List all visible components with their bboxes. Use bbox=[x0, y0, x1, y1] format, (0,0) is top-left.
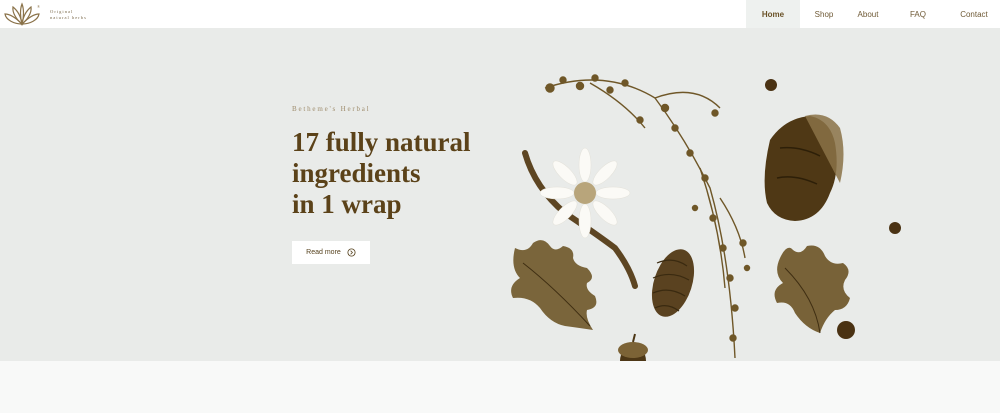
read-more-label: Read more bbox=[306, 249, 341, 256]
fan-leaf-logo-icon: ® bbox=[4, 2, 40, 26]
headline-line-2: ingredients bbox=[292, 158, 421, 188]
headline-line-1: 17 fully natural bbox=[292, 127, 471, 157]
nav-item-contact[interactable]: Contact bbox=[948, 0, 1000, 28]
main-nav: Home Shop About FAQ Contact bbox=[746, 0, 1000, 28]
oak-leaf-left-icon bbox=[511, 240, 597, 330]
berry-icon bbox=[889, 222, 901, 234]
headline-line-3: in 1 wrap bbox=[292, 189, 402, 219]
nav-item-about[interactable]: About bbox=[848, 0, 888, 28]
hero-eyebrow: Betheme's Herbal bbox=[292, 105, 371, 113]
read-more-button[interactable]: Read more bbox=[292, 241, 370, 264]
brand-tagline: Original natural herbs bbox=[50, 9, 87, 21]
brand-line-2: natural herbs bbox=[50, 15, 87, 20]
nav-item-shop[interactable]: Shop bbox=[800, 0, 848, 28]
berry-icon bbox=[837, 321, 855, 339]
daisy-icon bbox=[539, 147, 631, 239]
hero-section: Betheme's Herbal 17 fully natural ingred… bbox=[0, 28, 1000, 361]
site-header: ® Original natural herbs Home Shop About… bbox=[0, 0, 1000, 28]
bark-icon bbox=[764, 114, 844, 221]
circled-arrow-icon bbox=[347, 248, 356, 257]
nav-item-home[interactable]: Home bbox=[746, 0, 800, 28]
pine-cone-icon bbox=[651, 249, 695, 317]
below-hero-section bbox=[0, 361, 1000, 413]
nav-item-faq[interactable]: FAQ bbox=[888, 0, 948, 28]
acorn-icon bbox=[618, 333, 648, 361]
herbs-illustration bbox=[511, 74, 901, 361]
brand[interactable]: ® Original natural herbs bbox=[0, 0, 87, 28]
oak-leaf-right-icon bbox=[774, 245, 850, 333]
svg-text:®: ® bbox=[37, 4, 40, 9]
berry-icon bbox=[765, 79, 777, 91]
